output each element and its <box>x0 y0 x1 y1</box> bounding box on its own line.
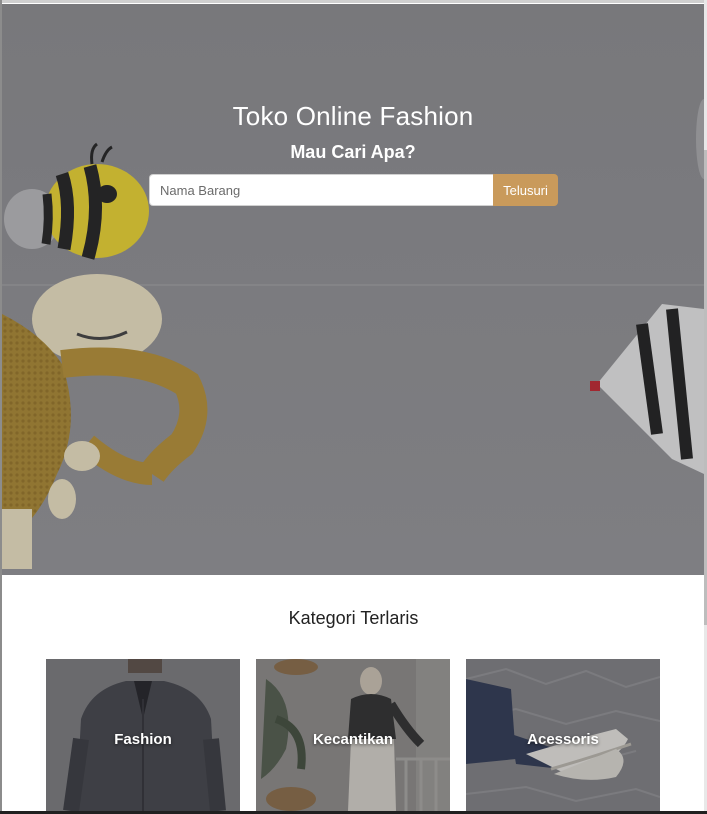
category-card-fashion[interactable]: Fashion <box>46 659 240 811</box>
search-form: Telusuri <box>149 174 558 206</box>
category-card-acessoris[interactable]: Acessoris <box>466 659 660 811</box>
category-label: Kecantikan <box>312 731 394 748</box>
search-button[interactable]: Telusuri <box>493 174 558 206</box>
section-title: Kategori Terlaris <box>288 608 419 628</box>
window-top-border <box>0 0 707 3</box>
page-title: Toko Online Fashion <box>232 101 474 131</box>
search-input[interactable] <box>149 174 493 206</box>
hero-subtitle: Mau Cari Apa? <box>290 142 416 162</box>
hero-dim-overlay <box>2 4 704 575</box>
category-label: Fashion <box>114 731 172 748</box>
category-label: Acessoris <box>527 731 599 748</box>
hero-banner: Toko Online Fashion Mau Cari Apa? Telusu… <box>2 4 704 575</box>
category-card-kecantikan[interactable]: Kecantikan <box>256 659 450 811</box>
